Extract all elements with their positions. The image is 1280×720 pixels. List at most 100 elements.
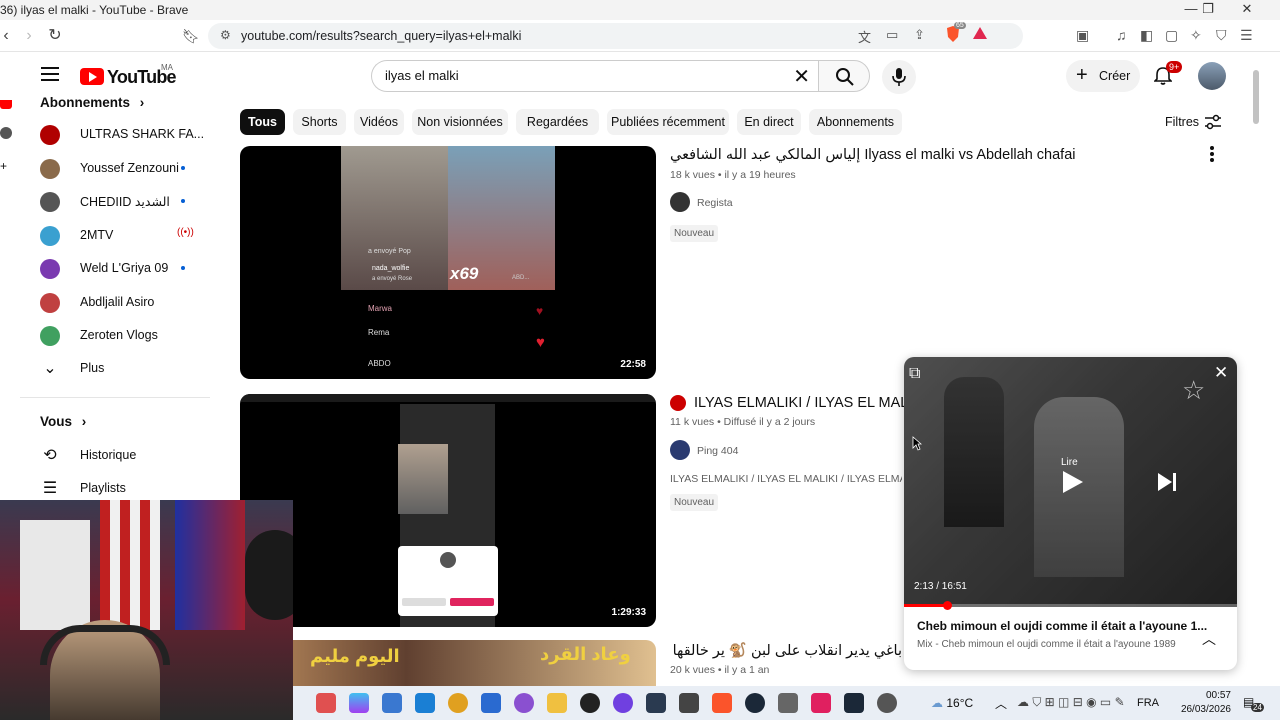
tray-icons[interactable]: ☁ ⛉ ⊞ ◫ ⊟ ◉ ▭ ✎ [1017, 695, 1125, 710]
share-icon[interactable]: ⇪ [914, 27, 925, 43]
video-title[interactable]: إلياس المالكي عبد الله الشافعي Ilyass el… [670, 147, 1075, 163]
create-button[interactable]: + Créer [1066, 60, 1140, 92]
more-options-icon[interactable] [1210, 146, 1216, 164]
search-query[interactable]: ilyas el malki [385, 68, 459, 83]
taskbar-steam-icon[interactable] [745, 693, 765, 713]
notification-center-icon[interactable]: ▤ 24 [1243, 695, 1264, 712]
back-icon[interactable]: ‹ [0, 26, 16, 46]
hamburger-menu-icon[interactable] [41, 67, 59, 81]
taskbar-app-icon[interactable] [613, 693, 633, 713]
brave-shields-icon[interactable]: 65 [945, 22, 966, 46]
taskbar-logi-icon[interactable] [646, 693, 666, 713]
address-bar[interactable]: ⚙︎ youtube.com/results?search_query=ilya… [208, 22, 1023, 49]
search-input[interactable]: ilyas el malki ✕ [371, 60, 818, 92]
media-icon[interactable]: ♫ [1116, 27, 1127, 43]
filter-sliders-icon [1205, 114, 1221, 130]
clear-search-icon[interactable]: ✕ [793, 64, 810, 89]
taskbar-app-icon[interactable] [778, 693, 798, 713]
taskbar-tiktok-icon[interactable] [811, 693, 831, 713]
tray-overflow-icon[interactable]: ︿ [995, 695, 1007, 712]
taskbar-edge-icon[interactable] [415, 693, 435, 713]
ai-icon[interactable]: ✧ [1190, 27, 1202, 44]
taskbar-copilot-icon[interactable] [349, 693, 369, 713]
subscription-item[interactable]: 2MTV ((•)) [20, 219, 210, 252]
sidebar-item-history[interactable]: ⟲ Historique [20, 439, 210, 472]
weather-widget[interactable]: ☁ 16°C [931, 696, 973, 710]
taskbar-app-icon[interactable] [316, 693, 336, 713]
expand-icon[interactable]: ⧉ [909, 365, 920, 383]
chip[interactable]: Non visionnées [412, 109, 508, 135]
filters-button[interactable]: Filtres [1165, 114, 1221, 130]
taskbar-explorer-icon[interactable] [547, 693, 567, 713]
chip[interactable]: Tous [240, 109, 285, 135]
progress-bar[interactable] [904, 604, 1237, 607]
scrollbar-thumb[interactable] [1253, 70, 1259, 124]
close-miniplayer-icon[interactable]: ✕ [1214, 363, 1228, 383]
clock[interactable]: 00:57 26/03/2026 [1171, 689, 1231, 717]
brave-rewards-icon[interactable] [972, 25, 988, 44]
taskbar-app-icon[interactable] [514, 693, 534, 713]
subscription-item[interactable]: CHEDIID الشديد [20, 185, 210, 218]
subscriptions-heading[interactable]: Abonnements › [40, 95, 144, 110]
subscription-item[interactable]: ULTRAS SHARK FA... [20, 118, 210, 151]
side-shield-icon[interactable] [0, 127, 12, 139]
subscription-item[interactable]: Abdljalil Asiro [20, 286, 210, 319]
progress-scrubber[interactable] [943, 601, 953, 610]
subscription-item[interactable]: Zeroten Vlogs [20, 319, 210, 352]
browser-side-strip: + [0, 52, 14, 502]
sidebar-item-label: Playlists [80, 481, 126, 495]
search-button[interactable] [818, 60, 870, 92]
chip[interactable]: Shorts [293, 109, 346, 135]
play-icon[interactable] [1059, 469, 1085, 495]
language-indicator[interactable]: FRA [1137, 697, 1159, 709]
voice-search-button[interactable] [882, 60, 916, 94]
next-icon[interactable] [1156, 471, 1178, 493]
notifications-button[interactable]: 9+ [1153, 61, 1183, 91]
translate-icon[interactable]: 文 [858, 27, 871, 46]
taskbar-obs-icon[interactable] [580, 693, 600, 713]
forward-icon[interactable]: › [19, 26, 39, 46]
taskbar-steam-icon[interactable] [844, 693, 864, 713]
channel-name: Ping 404 [697, 445, 739, 457]
expand-queue-icon[interactable]: ︿ [1202, 629, 1216, 649]
video-thumbnail[interactable]: a envoyé Pop nada_wolfie a envoyé Rose x… [240, 146, 656, 379]
chip[interactable]: Vidéos [354, 109, 404, 135]
miniplayer-title[interactable]: Cheb mimoun el oujdi comme il était a l'… [917, 619, 1207, 633]
taskbar-app-icon[interactable] [481, 693, 501, 713]
channel-watermark-icon: ☆ [1182, 375, 1206, 405]
taskbar-start-icon[interactable] [382, 693, 402, 713]
taskbar-app-icon[interactable] [679, 693, 699, 713]
chip[interactable]: Regardées [516, 109, 599, 135]
subscription-item[interactable]: Weld L'Griya 09 [20, 252, 210, 285]
taskbar-chrome-icon[interactable] [448, 693, 468, 713]
miniplayer-video[interactable]: ⧉ ✕ ☆ Lire 2:13 / 16:51 [904, 357, 1237, 610]
notification-count: 24 [1251, 703, 1264, 712]
subscription-item[interactable]: Youssef Zenzouni [20, 152, 210, 185]
you-heading[interactable]: Vous › [40, 414, 86, 429]
cast-icon[interactable]: ▭ [886, 27, 898, 43]
sidebar-toggle-icon[interactable]: ◧ [1140, 27, 1153, 44]
url-text[interactable]: youtube.com/results?search_query=ilyas+e… [241, 29, 521, 43]
thumb-combo-text: x69 [450, 264, 479, 283]
chip[interactable]: En direct [737, 109, 801, 135]
chip[interactable]: Abonnements [809, 109, 902, 135]
chip[interactable]: Publiées récemment [607, 109, 729, 135]
thumb-gift-text-2: a envoyé Rose [372, 276, 413, 282]
reload-icon[interactable]: ↻ [45, 26, 65, 46]
browser-menu-icon[interactable]: ☰ [1240, 27, 1253, 44]
account-avatar[interactable] [1198, 62, 1226, 90]
video-title[interactable]: ILYAS ELMALIKI / ILYAS EL MALIKI / ILYAS… [694, 395, 904, 411]
vpn-icon[interactable]: ⛉ [1216, 27, 1227, 44]
leo-icon[interactable]: ▣ [1076, 27, 1089, 44]
side-add-icon[interactable]: + [0, 160, 12, 172]
taskbar-settings-icon[interactable] [877, 693, 897, 713]
wallet-icon[interactable]: ▢ [1165, 27, 1178, 44]
close-window-icon[interactable]: ✕ [1232, 1, 1262, 19]
bookmark-icon[interactable]: 🔖︎ [181, 26, 201, 46]
taskbar-brave-icon[interactable] [712, 693, 732, 713]
video-thumbnail[interactable]: 1:29:33 [240, 394, 656, 627]
restore-icon[interactable]: ❐ [1194, 1, 1222, 19]
site-info-icon[interactable]: ⚙︎ [220, 28, 231, 42]
video-title[interactable]: باغي يدير انقلاب على لبن 🐒 ير خالقها مع … [670, 642, 902, 659]
show-more-button[interactable]: ⌄ Plus [20, 352, 210, 385]
